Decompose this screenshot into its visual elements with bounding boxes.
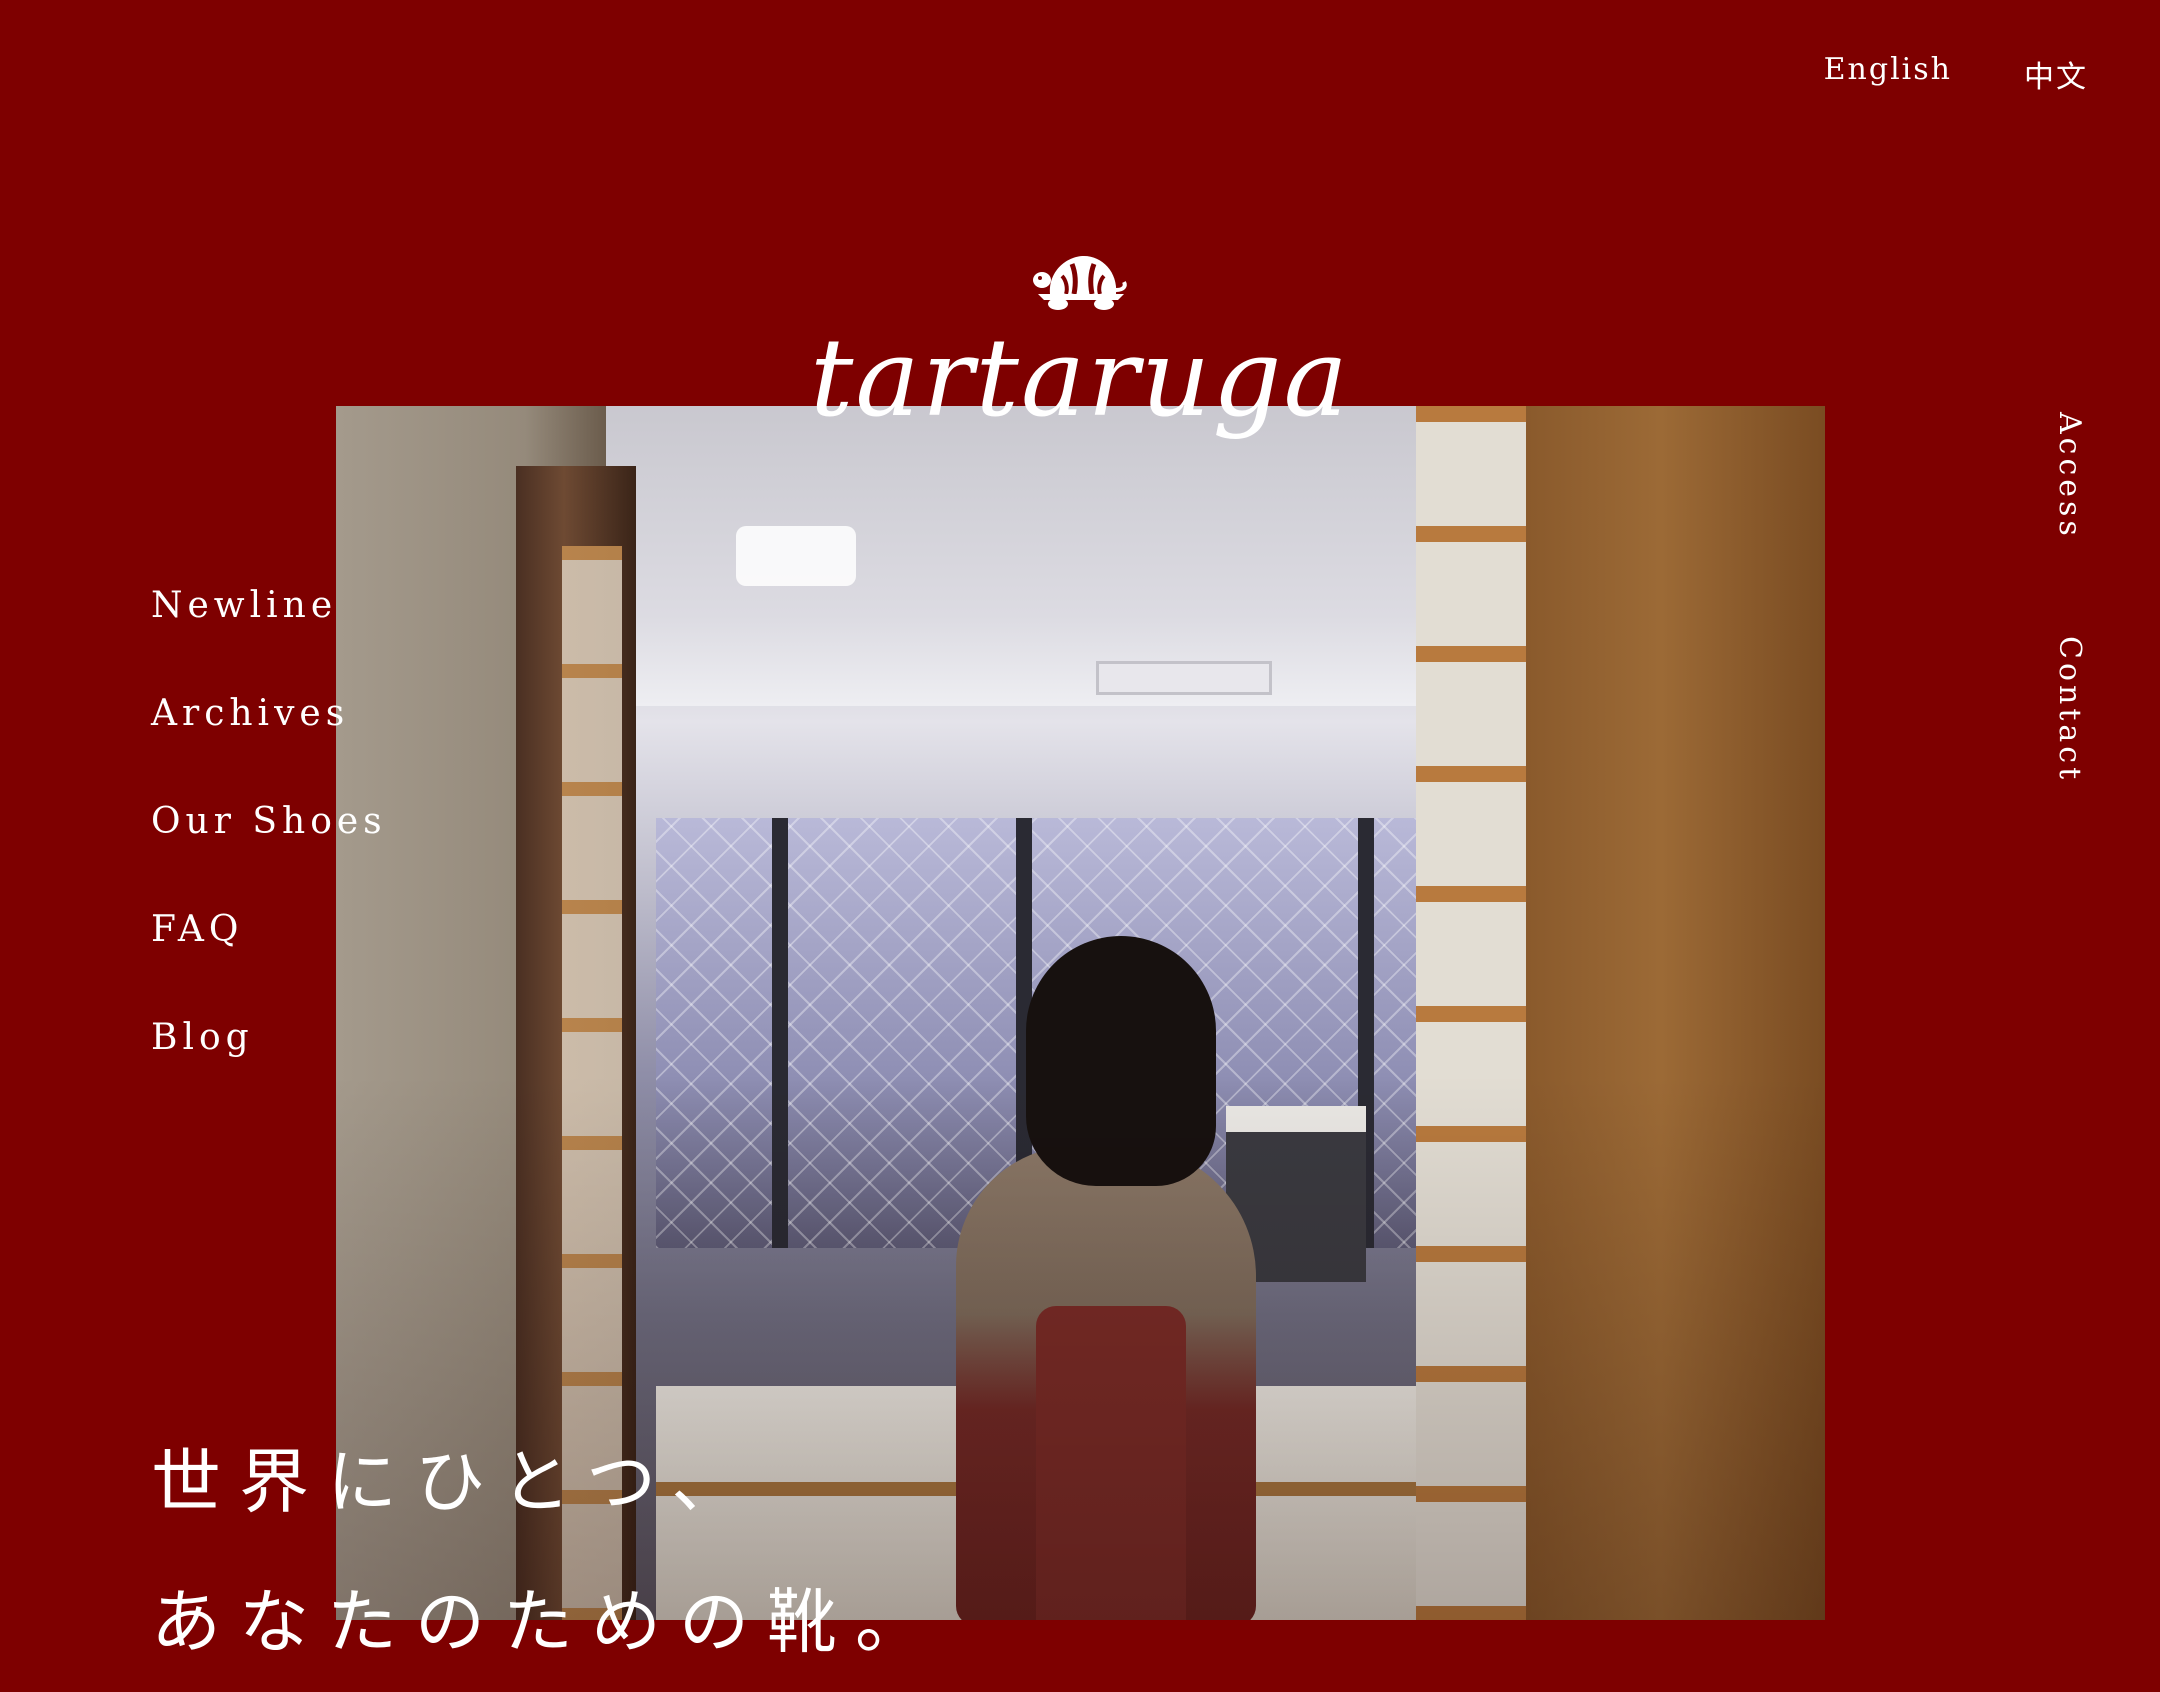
nav-item-blog[interactable]: Blog (151, 1017, 387, 1059)
nav-item-our-shoes[interactable]: Our Shoes (151, 801, 387, 843)
main-nav: Newline Archives Our Shoes FAQ Blog (151, 585, 387, 1059)
turtle-icon[interactable] (1032, 250, 1128, 312)
lang-chinese-link[interactable]: 中文 (2024, 52, 2088, 96)
nav-item-newline[interactable]: Newline (151, 585, 387, 627)
hero-headline-line1: 世界にひとつ、 (151, 1441, 760, 1523)
nav-item-access[interactable]: Access (2052, 412, 2087, 540)
side-utility-nav: Access Contact (2052, 412, 2087, 783)
lang-english-link[interactable]: English (1824, 52, 1952, 96)
hero-headline: 世界にひとつ、 あなたのための靴。 (151, 1412, 943, 1692)
language-switcher: English 中文 (1824, 52, 2088, 96)
nav-item-faq[interactable]: FAQ (151, 909, 387, 951)
nav-item-contact[interactable]: Contact (2052, 636, 2087, 783)
logo-wordmark[interactable]: tartaruga (800, 325, 1360, 433)
nav-item-archives[interactable]: Archives (151, 693, 387, 735)
hero-headline-line2: あなたのための靴。 (151, 1581, 943, 1663)
